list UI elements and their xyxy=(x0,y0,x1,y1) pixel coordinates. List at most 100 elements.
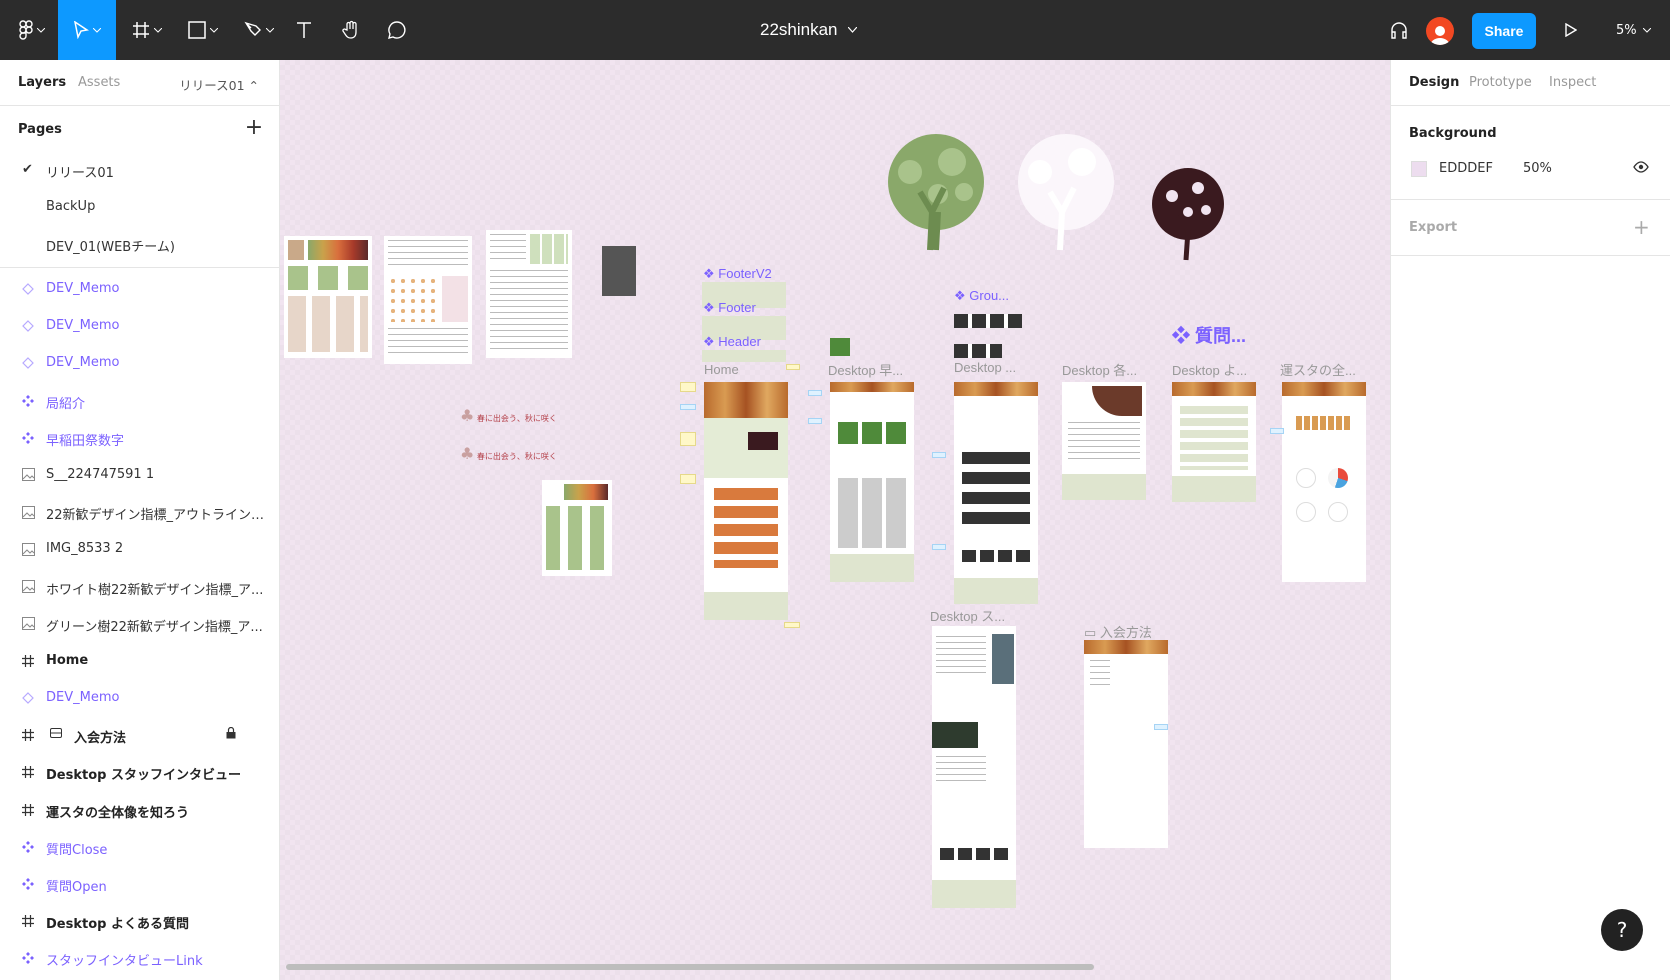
dev-memo-note[interactable] xyxy=(680,432,696,446)
nyukai-frame[interactable] xyxy=(1084,640,1168,848)
layer-item[interactable]: IMG_8533 2 xyxy=(0,530,279,567)
background-hex-input[interactable]: EDDDEF xyxy=(1439,161,1493,176)
layer-item[interactable]: DEV_Memo xyxy=(0,270,279,307)
component-label-footerv2[interactable]: ❖ FooterV2 xyxy=(703,266,772,282)
dev-memo-note[interactable] xyxy=(808,390,822,396)
desktop-department-frame[interactable] xyxy=(1062,382,1146,500)
desktop-faq-frame[interactable] xyxy=(1172,382,1256,502)
background-opacity-input[interactable]: 50% xyxy=(1523,161,1552,176)
design-guide-copy-thumbnail[interactable] xyxy=(542,480,612,576)
group-component-row[interactable] xyxy=(954,344,1002,358)
dev-memo-note[interactable] xyxy=(680,404,696,410)
share-button[interactable]: Share xyxy=(1472,13,1536,49)
layer-item[interactable]: Desktop よくある質問 xyxy=(0,902,279,939)
dark-tree-image[interactable] xyxy=(1148,166,1228,262)
white-tree-image[interactable] xyxy=(1010,132,1122,252)
dev-memo-note[interactable] xyxy=(784,622,800,628)
group-component[interactable] xyxy=(954,314,1022,328)
layer-item[interactable]: 局紹介 xyxy=(0,382,279,419)
main-menu-button[interactable] xyxy=(8,0,56,60)
component-label-footer[interactable]: ❖ Footer xyxy=(703,300,756,316)
frame-tool-button[interactable] xyxy=(124,0,170,60)
present-button[interactable] xyxy=(1556,0,1586,60)
frame-label-desktop-3[interactable]: Desktop 各... xyxy=(1062,360,1137,379)
file-name-button[interactable]: 22shinkan xyxy=(760,0,857,60)
frame-label-home[interactable]: Home xyxy=(704,362,739,377)
pen-tool-button[interactable] xyxy=(236,0,282,60)
layer-item[interactable]: 入会方法 xyxy=(0,716,279,753)
spec-sheet-thumbnail[interactable] xyxy=(486,230,572,358)
component-label-header[interactable]: ❖ Header xyxy=(703,334,761,350)
frame-label-desktop-1[interactable]: Desktop 早... xyxy=(828,360,903,379)
hand-tool-button[interactable] xyxy=(336,0,366,60)
layer-item[interactable]: グリーン樹22新歓デザイン指標_ア... xyxy=(0,605,279,642)
dev-memo-note[interactable] xyxy=(1154,724,1168,730)
layer-item[interactable]: ホワイト樹22新歓デザイン指標_ア... xyxy=(0,568,279,605)
dev-memo-note[interactable] xyxy=(1270,428,1284,434)
frame-label-desktop-5[interactable]: Desktop ス... xyxy=(930,606,1005,625)
tab-prototype[interactable]: Prototype xyxy=(1469,75,1532,90)
add-export-button[interactable]: + xyxy=(1633,215,1650,239)
page-selector[interactable]: リリース01 ⌃ xyxy=(179,75,259,94)
layer-item[interactable]: DEV_Memo xyxy=(0,344,279,381)
desktop-waseda-frame[interactable] xyxy=(830,382,914,582)
page-item[interactable]: ✔ リリース01 xyxy=(0,152,279,189)
help-button[interactable]: ? xyxy=(1601,909,1643,951)
banner-1[interactable]: ♣ 春に出会う、秋に咲く xyxy=(460,406,560,430)
icon-sheet-thumbnail[interactable] xyxy=(384,236,472,364)
text-tool-button[interactable] xyxy=(292,0,316,60)
avatar[interactable] xyxy=(1426,17,1454,45)
dev-memo-note[interactable] xyxy=(932,544,946,550)
layer-item[interactable]: 運スタの全体像を知ろう xyxy=(0,791,279,828)
add-page-button[interactable]: + xyxy=(242,116,266,140)
page-item[interactable]: DEV_01(WEBチーム) xyxy=(0,226,279,263)
layer-item[interactable]: 22新歓デザイン指標_アウトライン_... xyxy=(0,493,279,530)
layer-item[interactable]: S__224747591 1 xyxy=(0,456,279,493)
horizontal-scrollbar[interactable] xyxy=(286,964,1094,970)
desktop-staff-frame[interactable] xyxy=(954,382,1038,604)
frame-label-desktop-2[interactable]: Desktop ... xyxy=(954,360,1016,375)
tab-assets[interactable]: Assets xyxy=(78,75,120,90)
lock-icon[interactable] xyxy=(226,727,236,742)
icon-component[interactable] xyxy=(830,338,850,356)
audio-button[interactable] xyxy=(1384,0,1414,60)
desktop-interview-frame[interactable] xyxy=(932,626,1016,908)
unsuta-overview-frame[interactable] xyxy=(1282,382,1366,582)
banner-2[interactable]: ♣ 春に出会う、秋に咲く xyxy=(460,444,560,468)
tab-inspect[interactable]: Inspect xyxy=(1549,75,1596,90)
layer-item[interactable]: 早稲田祭数字 xyxy=(0,419,279,456)
rectangle-icon xyxy=(188,21,206,39)
dev-memo-note[interactable] xyxy=(786,364,800,370)
dev-memo-note[interactable] xyxy=(680,474,696,484)
layer-item[interactable]: DEV_Memo xyxy=(0,679,279,716)
frame-label-nyukai[interactable]: ▭ 入会方法 xyxy=(1084,622,1152,641)
design-guide-thumbnail[interactable] xyxy=(284,236,372,358)
frame-label-unsuta[interactable]: 運スタの全... xyxy=(1280,360,1356,379)
layer-item[interactable]: 質問Open xyxy=(0,865,279,902)
visibility-toggle[interactable] xyxy=(1633,161,1649,177)
layer-item[interactable]: Desktop スタッフインタビュー xyxy=(0,753,279,790)
home-frame[interactable] xyxy=(704,382,788,620)
zoom-control[interactable]: 5% xyxy=(1616,0,1651,60)
shape-tool-button[interactable] xyxy=(180,0,226,60)
screenshot-thumbnail[interactable] xyxy=(602,246,636,296)
layer-item[interactable]: スタッフインタビューLink xyxy=(0,939,279,976)
page-item[interactable]: BackUp xyxy=(0,189,279,226)
move-tool-button[interactable] xyxy=(58,0,116,60)
dev-memo-note[interactable] xyxy=(680,382,696,392)
component-label-group[interactable]: ❖ Grou... xyxy=(954,288,1009,304)
layer-item[interactable]: Home xyxy=(0,642,279,679)
comment-tool-button[interactable] xyxy=(382,0,412,60)
layer-item[interactable]: 質問Close xyxy=(0,828,279,865)
tab-layers[interactable]: Layers xyxy=(18,75,66,90)
tab-design[interactable]: Design xyxy=(1409,75,1459,90)
green-tree-image[interactable] xyxy=(880,132,992,252)
layer-item[interactable]: DEV_Memo xyxy=(0,307,279,344)
header-component[interactable] xyxy=(702,350,786,362)
frame-label-desktop-4[interactable]: Desktop よ... xyxy=(1172,360,1247,379)
background-color-swatch[interactable] xyxy=(1411,161,1427,177)
canvas[interactable]: ♣ 春に出会う、秋に咲く ♣ 春に出会う、秋に咲く ❖ FooterV2 ❖ F… xyxy=(280,60,1390,980)
dev-memo-note[interactable] xyxy=(808,418,822,424)
dev-memo-note[interactable] xyxy=(932,452,946,458)
component-label-question[interactable]: ❖ 質問... xyxy=(1172,322,1246,348)
